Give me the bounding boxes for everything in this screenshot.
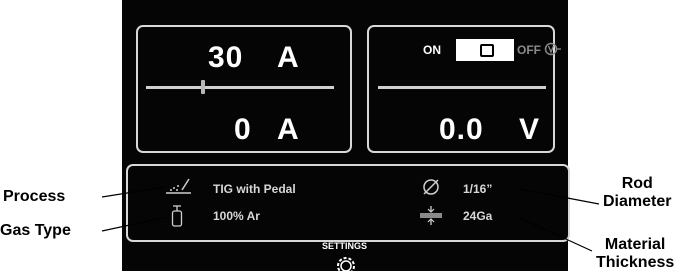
- callout-leader-lines: [101, 186, 600, 252]
- rod-diameter-callout: Rod Diameter: [603, 175, 672, 210]
- gas-type-callout: Gas Type: [0, 222, 71, 239]
- process-callout: Process: [3, 188, 66, 205]
- material-thickness-callout: Material Thickness: [596, 236, 675, 271]
